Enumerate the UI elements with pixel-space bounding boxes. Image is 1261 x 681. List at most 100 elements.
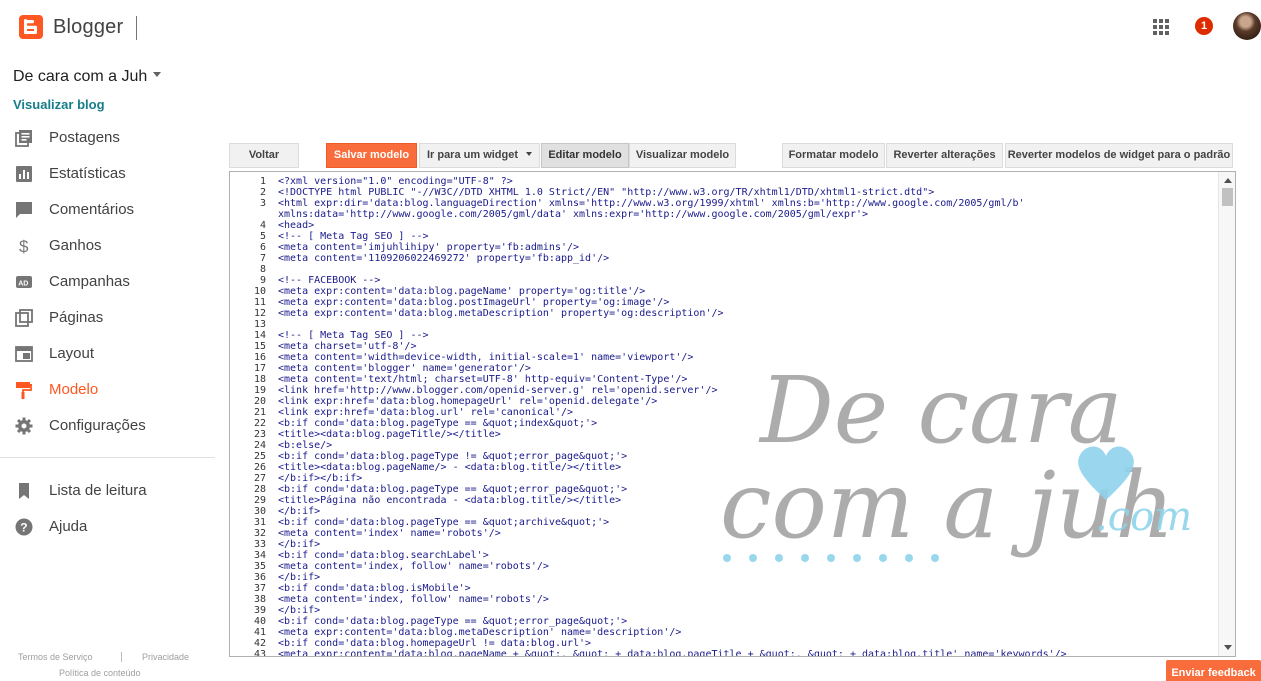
sidebar-item-help[interactable]: ? Ajuda [0, 509, 215, 545]
preview-template-tab[interactable]: Visualizar modelo [629, 143, 736, 168]
code-line[interactable]: <head> [278, 220, 1218, 231]
code-line[interactable]: </b:if> [278, 605, 1218, 616]
scrollbar-thumb[interactable] [1222, 188, 1233, 206]
line-number: 33 [253, 539, 266, 550]
sidebar-item-stats[interactable]: Estatísticas [0, 156, 215, 192]
editor-scrollbar[interactable] [1218, 172, 1235, 656]
sidebar-item-posts[interactable]: Postagens [0, 120, 215, 156]
line-number: 4 [259, 220, 266, 231]
privacy-link[interactable]: Privacidade [142, 652, 189, 662]
code-line[interactable]: <meta expr:content='data:blog.postImageU… [278, 297, 1218, 308]
content-policy-link[interactable]: Política de conteúdo [59, 668, 141, 678]
code-line[interactable]: </b:if> [278, 572, 1218, 583]
line-number: 8 [259, 264, 266, 275]
code-line[interactable]: <meta content='blogger' name='generator'… [278, 363, 1218, 374]
code-line[interactable]: <meta content='imjuhlihipy' property='fb… [278, 242, 1218, 253]
line-number: 38 [253, 594, 266, 605]
code-line[interactable]: <!-- [ Meta Tag SEO ] --> [278, 330, 1218, 341]
sidebar-item-theme[interactable]: Modelo [0, 372, 215, 408]
line-number: 40 [253, 616, 266, 627]
sidebar-item-pages[interactable]: Páginas [0, 300, 215, 336]
code-line[interactable]: <meta expr:content='data:blog.metaDescri… [278, 308, 1218, 319]
user-avatar[interactable] [1233, 12, 1261, 40]
code-line[interactable]: <meta charset='utf-8'/> [278, 341, 1218, 352]
code-line[interactable]: <!DOCTYPE html PUBLIC "-//W3C//DTD XHTML… [278, 187, 1218, 198]
blog-selector[interactable]: De cara com a Juh [13, 68, 162, 86]
code-line[interactable]: <b:if cond='data:blog.pageType == &quot;… [278, 418, 1218, 429]
code-line[interactable]: <?xml version="1.0" encoding="UTF-8" ?> [278, 176, 1218, 187]
sidebar-item-reading-list[interactable]: Lista de leitura [0, 473, 215, 509]
code-line[interactable]: <meta content='text/html; charset=UTF-8'… [278, 374, 1218, 385]
scroll-down-icon[interactable] [1224, 645, 1232, 650]
code-line[interactable]: xmlns:data='http://www.google.com/2005/g… [278, 209, 1218, 220]
line-number: 29 [253, 495, 266, 506]
line-number: 31 [253, 517, 266, 528]
code-line[interactable]: </b:if> [278, 506, 1218, 517]
code-line[interactable]: <b:if cond='data:blog.pageType != &quot;… [278, 451, 1218, 462]
terms-link[interactable]: Termos de Serviço [18, 652, 93, 662]
blogger-logo-icon[interactable] [19, 15, 43, 39]
send-feedback-button[interactable]: Enviar feedback [1166, 660, 1261, 681]
edit-template-tab[interactable]: Editar modelo [541, 143, 629, 168]
line-number: 22 [253, 418, 266, 429]
code-line[interactable]: <b:else/> [278, 440, 1218, 451]
chevron-down-icon [153, 72, 162, 78]
code-line[interactable]: <link href='http://www.blogger.com/openi… [278, 385, 1218, 396]
code-line[interactable]: <b:if cond='data:blog.isMobile'> [278, 583, 1218, 594]
code-line[interactable]: <b:if cond='data:blog.searchLabel'> [278, 550, 1218, 561]
code-line[interactable]: <html expr:dir='data:blog.languageDirect… [278, 198, 1218, 209]
sidebar-item-label: Ganhos [49, 237, 102, 254]
line-number: 43 [253, 649, 266, 657]
back-button[interactable]: Voltar [229, 143, 299, 168]
code-line[interactable]: <title><data:blog.pageName/> - <data:blo… [278, 462, 1218, 473]
code-line[interactable]: <title>Página não encontrada - <data:blo… [278, 495, 1218, 506]
code-line[interactable]: <meta expr:content='data:blog.pageName' … [278, 286, 1218, 297]
code-line[interactable]: <!-- FACEBOOK --> [278, 275, 1218, 286]
code-line[interactable]: </b:if> [278, 539, 1218, 550]
line-number: 5 [259, 231, 266, 242]
notifications-badge[interactable]: 1 [1195, 17, 1213, 35]
code-line[interactable]: <meta content='index, follow' name='robo… [278, 594, 1218, 605]
code-line[interactable]: <b:if cond='data:blog.pageType == &quot;… [278, 616, 1218, 627]
code-editor[interactable]: 1 2 3 4 5 6 7 8 9 10 11 12 13 14 15 16 17 18 19 20 21 22 23 24 2… [229, 171, 1236, 657]
revert-widget-templates-button[interactable]: Reverter modelos de widget para o padrão [1005, 143, 1233, 168]
theme-icon [16, 382, 32, 399]
code-line[interactable]: <b:if cond='data:blog.pageType == &quot;… [278, 484, 1218, 495]
code-line[interactable]: <!-- [ Meta Tag SEO ] --> [278, 231, 1218, 242]
jump-to-widget-dropdown[interactable]: Ir para um widget [419, 143, 540, 168]
sidebar-item-earnings[interactable]: $ Ganhos [0, 228, 215, 264]
save-template-button[interactable]: Salvar modelo [326, 143, 417, 168]
code-line[interactable]: <link expr:href='data:blog.homepageUrl' … [278, 396, 1218, 407]
sidebar-item-label: Páginas [49, 309, 104, 326]
code-line[interactable]: <meta expr:content='data:blog.pageName +… [278, 649, 1218, 656]
format-template-button[interactable]: Formatar modelo [782, 143, 885, 168]
code-line[interactable]: <b:if cond='data:blog.pageType == &quot;… [278, 517, 1218, 528]
code-line[interactable] [278, 319, 1218, 330]
brand-name[interactable]: Blogger [53, 16, 123, 39]
sidebar-item-label: Layout [49, 345, 95, 362]
scroll-up-icon[interactable] [1224, 178, 1232, 183]
code-line[interactable]: <b:if cond='data:blog.homepageUrl != dat… [278, 638, 1218, 649]
code-line[interactable]: <title><data:blog.pageTitle/></title> [278, 429, 1218, 440]
code-line[interactable]: <meta content='index' name='robots'/> [278, 528, 1218, 539]
code-line[interactable]: <meta content='width=device-width, initi… [278, 352, 1218, 363]
line-number: 16 [253, 352, 266, 363]
sidebar-item-settings[interactable]: Configurações [0, 408, 215, 444]
apps-grid-icon[interactable] [1153, 19, 1169, 35]
code-line[interactable] [278, 264, 1218, 275]
code-line[interactable]: <link expr:href='data:blog.url' rel='can… [278, 407, 1218, 418]
line-number: 30 [253, 506, 266, 517]
sidebar-item-campaigns[interactable]: AD Campanhas [0, 264, 215, 300]
sidebar-secondary-nav: Lista de leitura ? Ajuda [0, 473, 215, 545]
code-line[interactable]: <meta expr:content='data:blog.metaDescri… [278, 627, 1218, 638]
view-blog-link[interactable]: Visualizar blog [13, 97, 105, 112]
sidebar-item-layout[interactable]: Layout [0, 336, 215, 372]
line-number: 21 [253, 407, 266, 418]
line-number: 17 [253, 363, 266, 374]
sidebar-item-comments[interactable]: Comentários [0, 192, 215, 228]
code-area[interactable]: <?xml version="1.0" encoding="UTF-8" ?> <… [278, 176, 1218, 656]
code-line[interactable]: </b:if></b:if> [278, 473, 1218, 484]
revert-changes-button[interactable]: Reverter alterações [886, 143, 1003, 168]
code-line[interactable]: <meta content='index, follow' name='robo… [278, 561, 1218, 572]
code-line[interactable]: <meta content='1109206022469272' propert… [278, 253, 1218, 264]
